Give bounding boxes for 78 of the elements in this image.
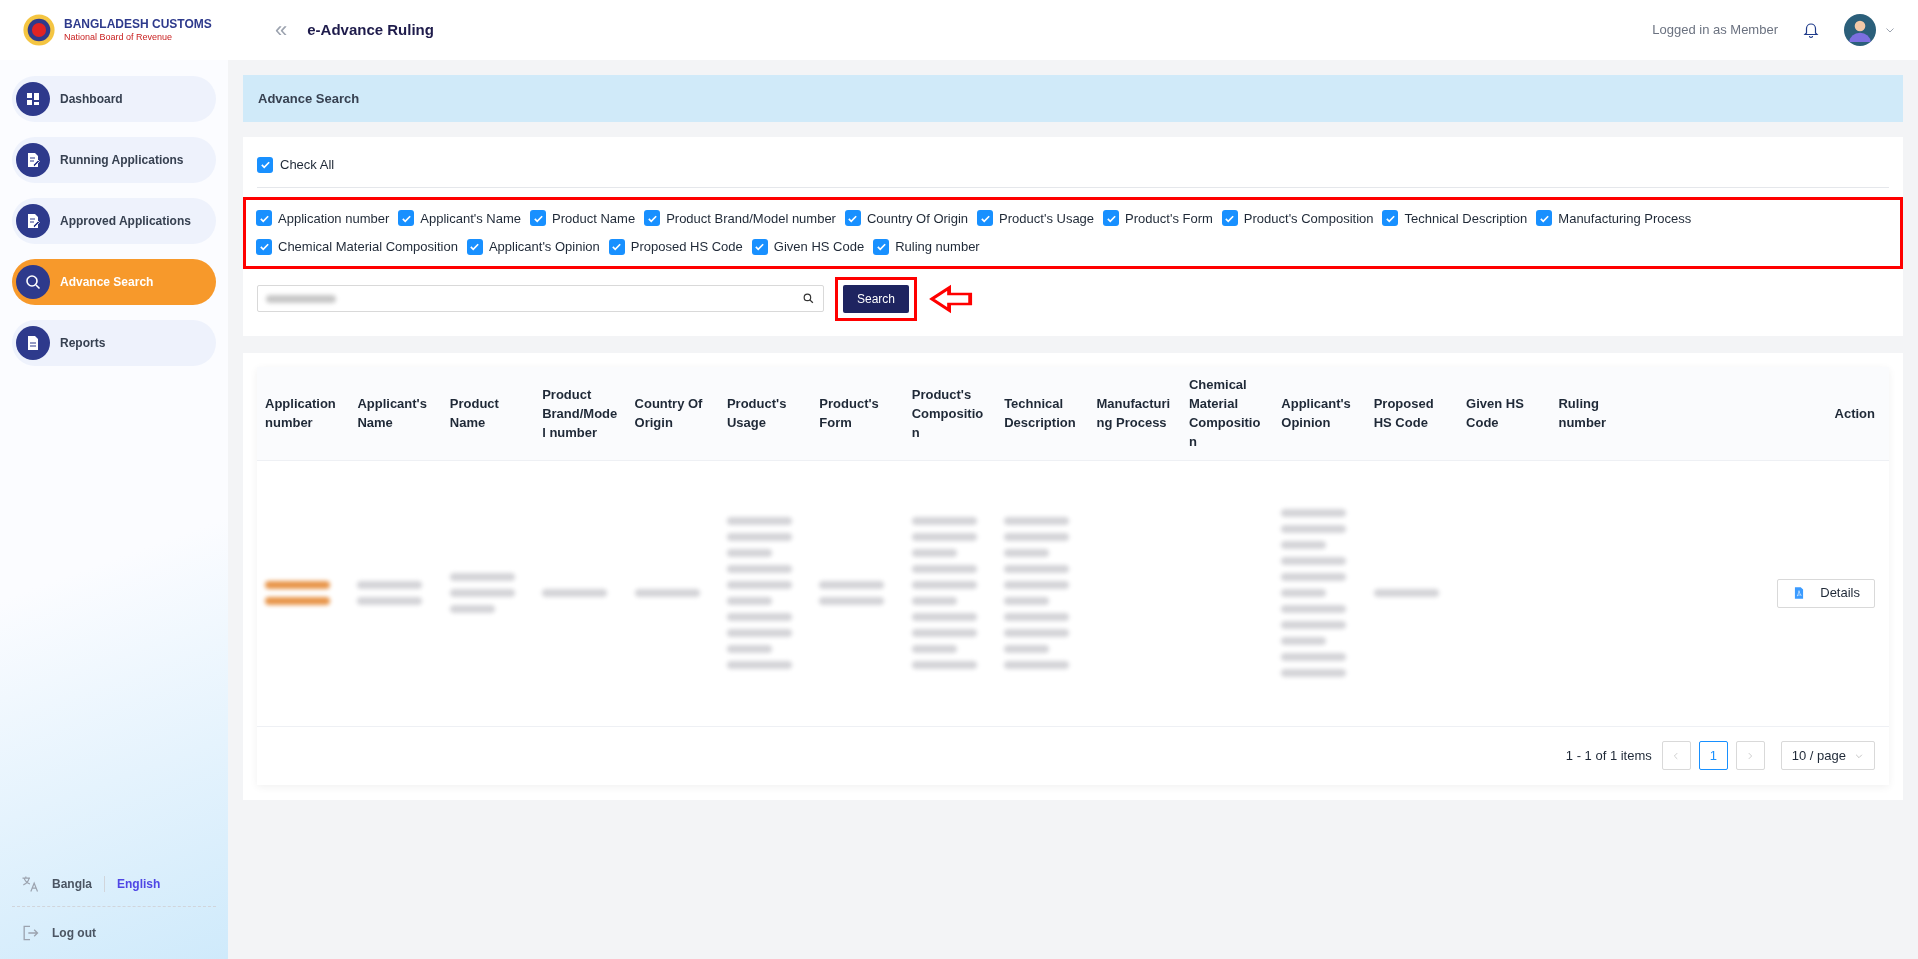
app-title: e-Advance Ruling — [307, 19, 434, 40]
checkbox-label: Ruling number — [895, 238, 980, 256]
checkmark-icon — [611, 241, 623, 253]
checkbox-label: Applicant's Name — [420, 209, 522, 228]
sidebar-item[interactable]: Running Applications — [12, 137, 216, 183]
checkmark-icon — [259, 159, 271, 171]
checkbox[interactable] — [1221, 210, 1238, 227]
checkbox[interactable] — [257, 156, 273, 173]
page-size-select[interactable]: 10 / page — [1780, 741, 1875, 770]
details-button[interactable]: Details — [1777, 578, 1875, 608]
checkbox-label: Product's Composition — [1243, 209, 1374, 228]
brand-subtitle: National Board of Revenue — [64, 31, 174, 44]
checkbox-label: Given HS Code — [773, 238, 865, 256]
checkbox-label: Country Of Origin — [866, 209, 969, 228]
language-option[interactable]: Bangla — [52, 875, 92, 893]
checkbox-label: Manufacturing Process — [1558, 209, 1692, 228]
checkbox-label: Product's Form — [1125, 209, 1213, 228]
checkmark-icon — [875, 241, 887, 253]
checkbox[interactable] — [1382, 210, 1399, 227]
checkbox-label: Technical Description — [1404, 209, 1528, 228]
checkmark-icon — [258, 241, 270, 253]
user-status: Logged in as Member — [1652, 21, 1778, 40]
column-header: Product Name — [448, 395, 500, 432]
column-header: Given HS Code — [1465, 395, 1525, 432]
checkbox-label: Chemical Material Composition — [278, 238, 458, 256]
checkbox[interactable] — [256, 210, 272, 227]
checkbox[interactable] — [1103, 210, 1120, 227]
sidebar-item[interactable]: Dashboard — [12, 76, 216, 122]
sidebar-item[interactable]: Reports — [12, 320, 216, 366]
user-menu-button[interactable] — [1844, 14, 1896, 46]
pagination-summary: 1 - 1 of 1 items — [1565, 746, 1652, 765]
notification-button[interactable] — [1802, 21, 1820, 39]
column-header: Technical Description — [1003, 395, 1077, 432]
checkbox-label: Product's Usage — [999, 209, 1095, 228]
search-field[interactable] — [257, 285, 824, 312]
checkbox[interactable] — [466, 238, 483, 255]
search-icon — [802, 292, 815, 305]
checkbox[interactable] — [1536, 210, 1553, 227]
column-header: Country Of Origin — [633, 395, 704, 432]
column-header: Applicant's Name — [356, 395, 428, 432]
column-header: Applicant's Opinion — [1280, 395, 1352, 432]
translate-icon — [20, 874, 40, 894]
checkbox[interactable] — [530, 210, 547, 227]
column-header: Product's Composition — [910, 385, 985, 442]
checkbox-label: Proposed HS Code — [630, 238, 743, 256]
checkbox-label: Product Brand/Model number — [666, 209, 836, 228]
column-header: Action — [1833, 404, 1876, 423]
checkmark-icon — [754, 241, 766, 253]
bell-icon — [1802, 21, 1820, 39]
checkbox[interactable] — [844, 210, 861, 227]
checkmark-icon — [469, 241, 481, 253]
emblem-icon — [22, 13, 56, 47]
checkbox-label: Applicant's Opinion — [488, 238, 600, 256]
sidebar-item[interactable]: Approved Applications — [12, 198, 216, 244]
column-header: Proposed HS Code — [1372, 395, 1435, 432]
column-header: Chemical Material Composition — [1187, 376, 1262, 451]
brand-title: BANGLADESH CUSTOMS — [64, 16, 212, 32]
avatar-icon — [1844, 14, 1876, 46]
column-header: Product Brand/Model number — [541, 385, 619, 442]
language-option[interactable]: English — [117, 875, 161, 893]
column-header: Product's Usage — [725, 395, 788, 432]
checkbox-label: Product Name — [552, 209, 636, 228]
checkbox-label: Check All — [280, 156, 335, 174]
checkbox[interactable] — [398, 210, 415, 227]
logout-button[interactable]: Log out — [12, 907, 216, 951]
checkbox[interactable] — [977, 210, 994, 227]
column-header: Application number — [264, 395, 337, 432]
column-header: Manufacturing Process — [1095, 395, 1172, 432]
checkbox[interactable] — [644, 210, 661, 227]
checkbox[interactable] — [608, 238, 625, 255]
checkbox-label: Application number — [278, 209, 390, 228]
column-header: Product's Form — [818, 395, 880, 432]
checkbox[interactable] — [873, 238, 890, 255]
checkbox[interactable] — [256, 238, 272, 255]
search-button[interactable]: Search — [843, 284, 910, 313]
page-title: Advance Search — [243, 75, 1903, 122]
checkbox[interactable] — [751, 238, 768, 255]
column-header: Ruling number — [1557, 395, 1608, 432]
